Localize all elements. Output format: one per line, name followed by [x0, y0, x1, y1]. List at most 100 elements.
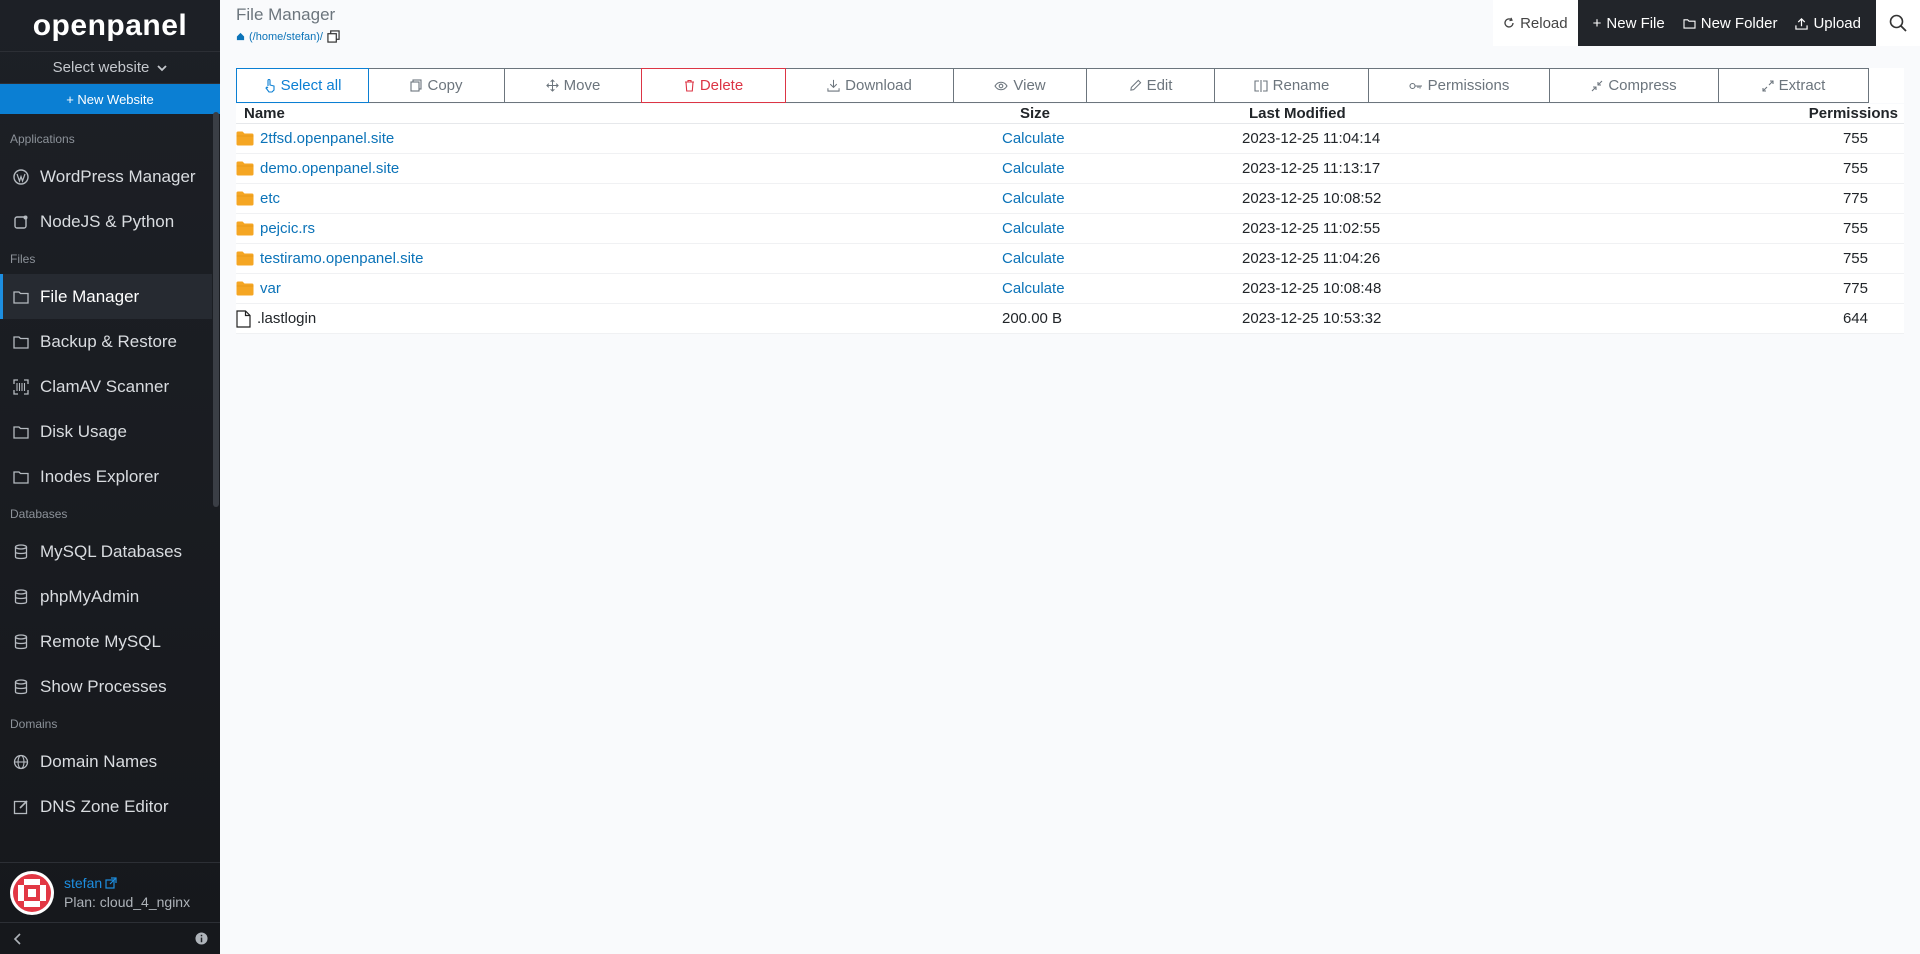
- sidebar-item-dns-zone-editor[interactable]: DNS Zone Editor: [0, 784, 212, 829]
- file-name-link[interactable]: etc: [260, 190, 280, 207]
- table-row[interactable]: testiramo.openpanel.site Calculate 2023-…: [236, 244, 1904, 274]
- user-profile[interactable]: stefan Plan: cloud_4_nginx: [0, 862, 220, 922]
- select-website-dropdown[interactable]: Select website: [0, 52, 220, 84]
- compress-button[interactable]: Compress: [1549, 68, 1719, 103]
- info-icon[interactable]: [195, 932, 208, 945]
- upload-label: Upload: [1813, 14, 1861, 32]
- table-header: Name Size Last Modified Permissions: [236, 104, 1904, 124]
- file-icon: [236, 309, 251, 328]
- sidebar-item-inodes-explorer[interactable]: Inodes Explorer: [0, 454, 212, 499]
- new-folder-button[interactable]: New Folder: [1674, 15, 1787, 32]
- sidebar-item-mysql-databases[interactable]: MySQL Databases: [0, 529, 212, 574]
- search-button[interactable]: [1876, 0, 1920, 46]
- edit-button[interactable]: Edit: [1086, 68, 1215, 103]
- cell-size[interactable]: Calculate: [992, 190, 1227, 207]
- toolbar-label: Permissions: [1427, 77, 1510, 94]
- sidebar-item-clamav-scanner[interactable]: ClamAV Scanner: [0, 364, 212, 409]
- cell-size[interactable]: Calculate: [992, 220, 1227, 237]
- sidebar-item-nodejs-python[interactable]: NodeJS & Python: [0, 199, 212, 244]
- cell-permissions: 755: [1842, 220, 1868, 237]
- table-row[interactable]: etc Calculate 2023-12-25 10:08:52 775: [236, 184, 1904, 214]
- table-row[interactable]: var Calculate 2023-12-25 10:08:48 775: [236, 274, 1904, 304]
- select-all-button[interactable]: Select all: [236, 68, 369, 103]
- col-permissions[interactable]: Permissions: [1727, 105, 1904, 122]
- col-name[interactable]: Name: [236, 105, 992, 122]
- breadcrumb: (/home/stefan)/: [236, 30, 340, 43]
- database-icon: [12, 543, 30, 561]
- file-name-link[interactable]: pejcic.rs: [260, 220, 315, 237]
- sidebar-item-label: Remote MySQL: [40, 631, 161, 651]
- table-row[interactable]: 2tfsd.openpanel.site Calculate 2023-12-2…: [236, 124, 1904, 154]
- sidebar-item-remote-mysql[interactable]: Remote MySQL: [0, 619, 212, 664]
- toolbar-label: Compress: [1608, 77, 1677, 94]
- toolbar-label: Download: [845, 77, 912, 94]
- copy-button[interactable]: Copy: [368, 68, 505, 103]
- upload-button[interactable]: Upload: [1786, 15, 1870, 32]
- reload-icon: [1504, 17, 1514, 28]
- wordpress-icon: [12, 168, 30, 186]
- top-actions: Reload + New File New Folder Upload: [1493, 0, 1920, 46]
- file-name-link[interactable]: testiramo.openpanel.site: [260, 250, 423, 267]
- view-button[interactable]: View: [953, 68, 1087, 103]
- main-content: File Manager (/home/stefan)/ Reload + Ne…: [220, 0, 1920, 954]
- reload-button[interactable]: Reload: [1493, 0, 1578, 46]
- folder-plus-icon: [1683, 18, 1696, 29]
- rename-button[interactable]: Rename: [1214, 68, 1369, 103]
- col-modified[interactable]: Last Modified: [1227, 105, 1727, 122]
- home-icon[interactable]: [236, 32, 245, 41]
- new-website-button[interactable]: + New Website: [0, 84, 220, 114]
- folder-icon: [12, 468, 30, 486]
- move-icon: [545, 79, 559, 92]
- nav-section-applications: Applications: [10, 132, 75, 146]
- sidebar-scrollbar[interactable]: [213, 112, 219, 507]
- key-icon: [1409, 81, 1423, 91]
- scanner-icon: [12, 378, 30, 396]
- sidebar-item-domain-names[interactable]: Domain Names: [0, 739, 212, 784]
- current-path[interactable]: (/home/stefan)/: [249, 31, 323, 43]
- delete-button[interactable]: Delete: [641, 68, 786, 103]
- sidebar-item-label: Disk Usage: [40, 421, 127, 441]
- toolbar-label: Edit: [1146, 77, 1173, 94]
- download-button[interactable]: Download: [785, 68, 954, 103]
- cell-size[interactable]: Calculate: [992, 280, 1227, 297]
- file-name-link[interactable]: .lastlogin: [257, 310, 316, 327]
- file-name-link[interactable]: demo.openpanel.site: [260, 160, 399, 177]
- sidebar-item-phpmyadmin[interactable]: phpMyAdmin: [0, 574, 212, 619]
- move-button[interactable]: Move: [504, 68, 642, 103]
- cell-size[interactable]: Calculate: [992, 160, 1227, 177]
- col-size[interactable]: Size: [992, 105, 1227, 122]
- sidebar-item-label: Show Processes: [40, 676, 167, 696]
- sidebar-item-disk-usage[interactable]: Disk Usage: [0, 409, 212, 454]
- cell-size[interactable]: Calculate: [992, 250, 1227, 267]
- toolbar-label: Extract: [1778, 77, 1826, 94]
- permissions-button[interactable]: Permissions: [1368, 68, 1550, 103]
- sidebar-item-file-manager[interactable]: File Manager: [0, 274, 212, 319]
- file-name-link[interactable]: 2tfsd.openpanel.site: [260, 130, 394, 147]
- sidebar-item-label: WordPress Manager: [40, 166, 196, 186]
- pointer-icon: [264, 78, 276, 93]
- extract-button[interactable]: Extract: [1718, 68, 1869, 103]
- sidebar-item-show-processes[interactable]: Show Processes: [0, 664, 212, 709]
- sidebar-item-label: ClamAV Scanner: [40, 376, 170, 396]
- sidebar-footer: [0, 922, 220, 954]
- cell-permissions: 644: [1842, 310, 1868, 327]
- brand-logo[interactable]: openpanel: [0, 0, 220, 52]
- cell-name: 2tfsd.openpanel.site: [236, 130, 992, 147]
- cell-size[interactable]: Calculate: [992, 130, 1227, 147]
- file-name-link[interactable]: var: [260, 280, 281, 297]
- sidebar-item-backup-restore[interactable]: Backup & Restore: [0, 319, 212, 364]
- table-row[interactable]: demo.openpanel.site Calculate 2023-12-25…: [236, 154, 1904, 184]
- sidebar-item-label: DNS Zone Editor: [40, 796, 169, 816]
- table-row[interactable]: .lastlogin 200.00 B 2023-12-25 10:53:32 …: [236, 304, 1904, 334]
- cell-modified: 2023-12-25 11:04:26: [1242, 250, 1381, 267]
- plus-icon: +: [1592, 14, 1602, 32]
- new-file-button[interactable]: + New File: [1584, 15, 1674, 32]
- copy-path-icon[interactable]: [327, 30, 340, 43]
- collapse-sidebar-icon[interactable]: [12, 932, 22, 945]
- cell-modified: 2023-12-25 10:08:52: [1242, 190, 1382, 207]
- compress-icon: [1591, 80, 1603, 92]
- user-name[interactable]: stefan: [64, 875, 102, 891]
- cell-name: etc: [236, 190, 992, 207]
- table-row[interactable]: pejcic.rs Calculate 2023-12-25 11:02:55 …: [236, 214, 1904, 244]
- sidebar-item-wordpress-manager[interactable]: WordPress Manager: [0, 154, 212, 199]
